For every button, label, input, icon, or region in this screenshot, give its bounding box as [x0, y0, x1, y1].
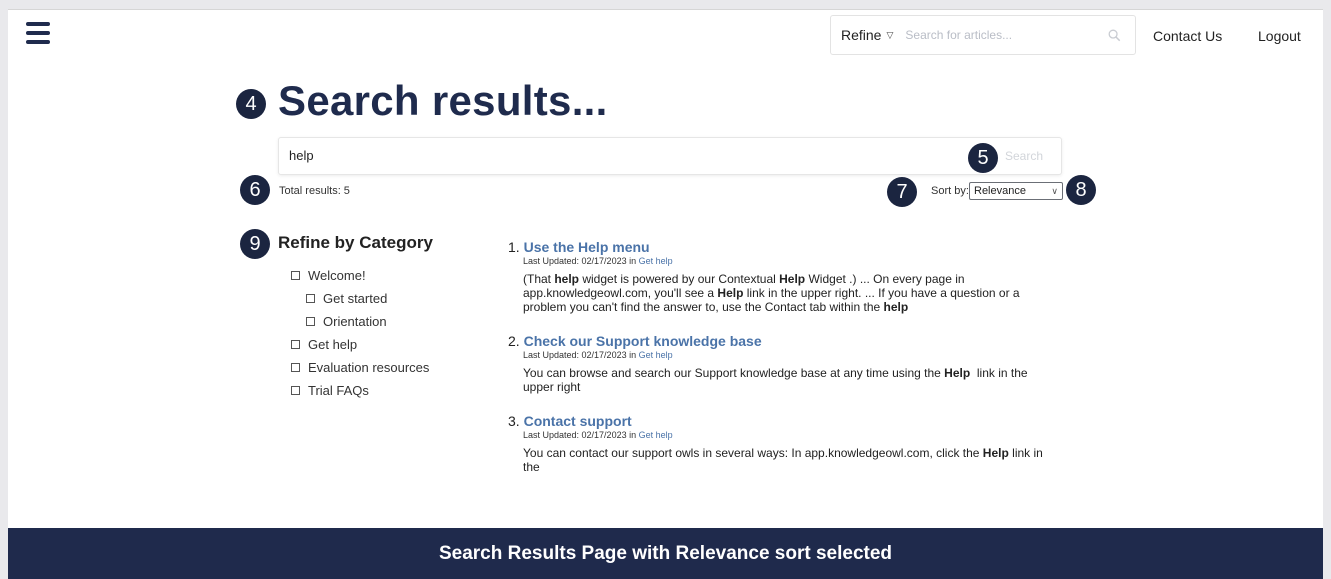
result-updated: Last Updated: 02/17/2023 in — [523, 350, 637, 360]
category-label: Evaluation resources — [308, 360, 430, 375]
result-meta: Last Updated: 02/17/2023 in Get help — [523, 350, 1048, 360]
main-search-bar: Search — [278, 137, 1062, 175]
sort-label: Sort by: — [931, 185, 969, 197]
category-filter-list: Welcome! Get started Orientation Get hel… — [291, 264, 429, 402]
checkbox[interactable] — [291, 340, 300, 349]
search-results-list: 1. Use the Help menu Last Updated: 02/17… — [508, 239, 1048, 493]
result-title-link[interactable]: Check our Support knowledge base — [524, 333, 762, 349]
result-title-row: 2. Check our Support knowledge base — [508, 333, 1048, 349]
result-category-link[interactable]: Get help — [639, 430, 673, 440]
result-number: 1. — [508, 239, 520, 255]
sort-select[interactable]: Relevance ∨ — [969, 182, 1063, 200]
header-search-input[interactable] — [905, 28, 1086, 42]
category-label: Welcome! — [308, 268, 366, 283]
caption-banner: Search Results Page with Relevance sort … — [8, 528, 1323, 579]
logout-link[interactable]: Logout — [1258, 28, 1301, 44]
header-search-bar: Refine ▽ — [830, 15, 1136, 55]
category-filter-item[interactable]: Get started — [291, 287, 429, 310]
checkbox[interactable] — [291, 386, 300, 395]
hamburger-menu-icon[interactable] — [26, 22, 50, 44]
callout-badge-6: 6 — [240, 175, 270, 205]
page-title: Search results... — [278, 77, 608, 124]
category-label: Orientation — [323, 314, 387, 329]
search-button[interactable]: Search — [1005, 149, 1043, 163]
category-filter-item[interactable]: Orientation — [291, 310, 429, 333]
refine-dropdown-label: Refine — [841, 27, 882, 43]
callout-badge-7: 7 — [887, 177, 917, 207]
result-category-link[interactable]: Get help — [639, 256, 673, 266]
result-updated: Last Updated: 02/17/2023 in — [523, 430, 637, 440]
checkbox[interactable] — [306, 294, 315, 303]
result-title-link[interactable]: Use the Help menu — [524, 239, 650, 255]
refine-dropdown[interactable]: Refine ▽ — [831, 27, 893, 43]
category-label: Trial FAQs — [308, 383, 369, 398]
sort-selected-value: Relevance — [974, 185, 1026, 197]
search-result-item: 3. Contact support Last Updated: 02/17/2… — [508, 413, 1048, 474]
category-filter-item[interactable]: Get help — [291, 333, 429, 356]
checkbox[interactable] — [306, 317, 315, 326]
category-filter-item[interactable]: Welcome! — [291, 264, 429, 287]
result-snippet: You can browse and search our Support kn… — [523, 366, 1028, 394]
callout-badge-4: 4 — [236, 89, 266, 119]
result-title-row: 3. Contact support — [508, 413, 1048, 429]
category-filter-item[interactable]: Evaluation resources — [291, 356, 429, 379]
callout-badge-8: 8 — [1066, 175, 1096, 205]
main-search-input[interactable] — [289, 148, 889, 163]
result-meta: Last Updated: 02/17/2023 in Get help — [523, 430, 1048, 440]
checkbox[interactable] — [291, 271, 300, 280]
result-category-link[interactable]: Get help — [639, 350, 673, 360]
page-frame: Refine ▽ Contact Us Logout 4 Search resu… — [8, 9, 1323, 528]
checkbox[interactable] — [291, 363, 300, 372]
search-result-item: 2. Check our Support knowledge base Last… — [508, 333, 1048, 394]
refine-by-category-heading: Refine by Category — [278, 233, 433, 252]
search-result-item: 1. Use the Help menu Last Updated: 02/17… — [508, 239, 1048, 314]
result-meta: Last Updated: 02/17/2023 in Get help — [523, 256, 1048, 266]
category-label: Get started — [323, 291, 388, 306]
callout-badge-9: 9 — [240, 229, 270, 259]
result-title-link[interactable]: Contact support — [524, 413, 632, 429]
result-snippet: (That help widget is powered by our Cont… — [523, 272, 1020, 314]
chevron-down-icon: ∨ — [1051, 186, 1058, 196]
category-filter-item[interactable]: Trial FAQs — [291, 379, 429, 402]
result-snippet: You can contact our support owls in seve… — [523, 446, 1043, 474]
contact-us-link[interactable]: Contact Us — [1153, 28, 1222, 44]
chevron-down-icon: ▽ — [886, 29, 894, 40]
result-number: 3. — [508, 413, 520, 429]
result-title-row: 1. Use the Help menu — [508, 239, 1048, 255]
total-results: Total results: 5 — [279, 185, 350, 197]
search-icon[interactable] — [1108, 29, 1121, 42]
category-label: Get help — [308, 337, 358, 352]
result-updated: Last Updated: 02/17/2023 in — [523, 256, 637, 266]
callout-badge-5: 5 — [968, 143, 998, 173]
result-number: 2. — [508, 333, 520, 349]
